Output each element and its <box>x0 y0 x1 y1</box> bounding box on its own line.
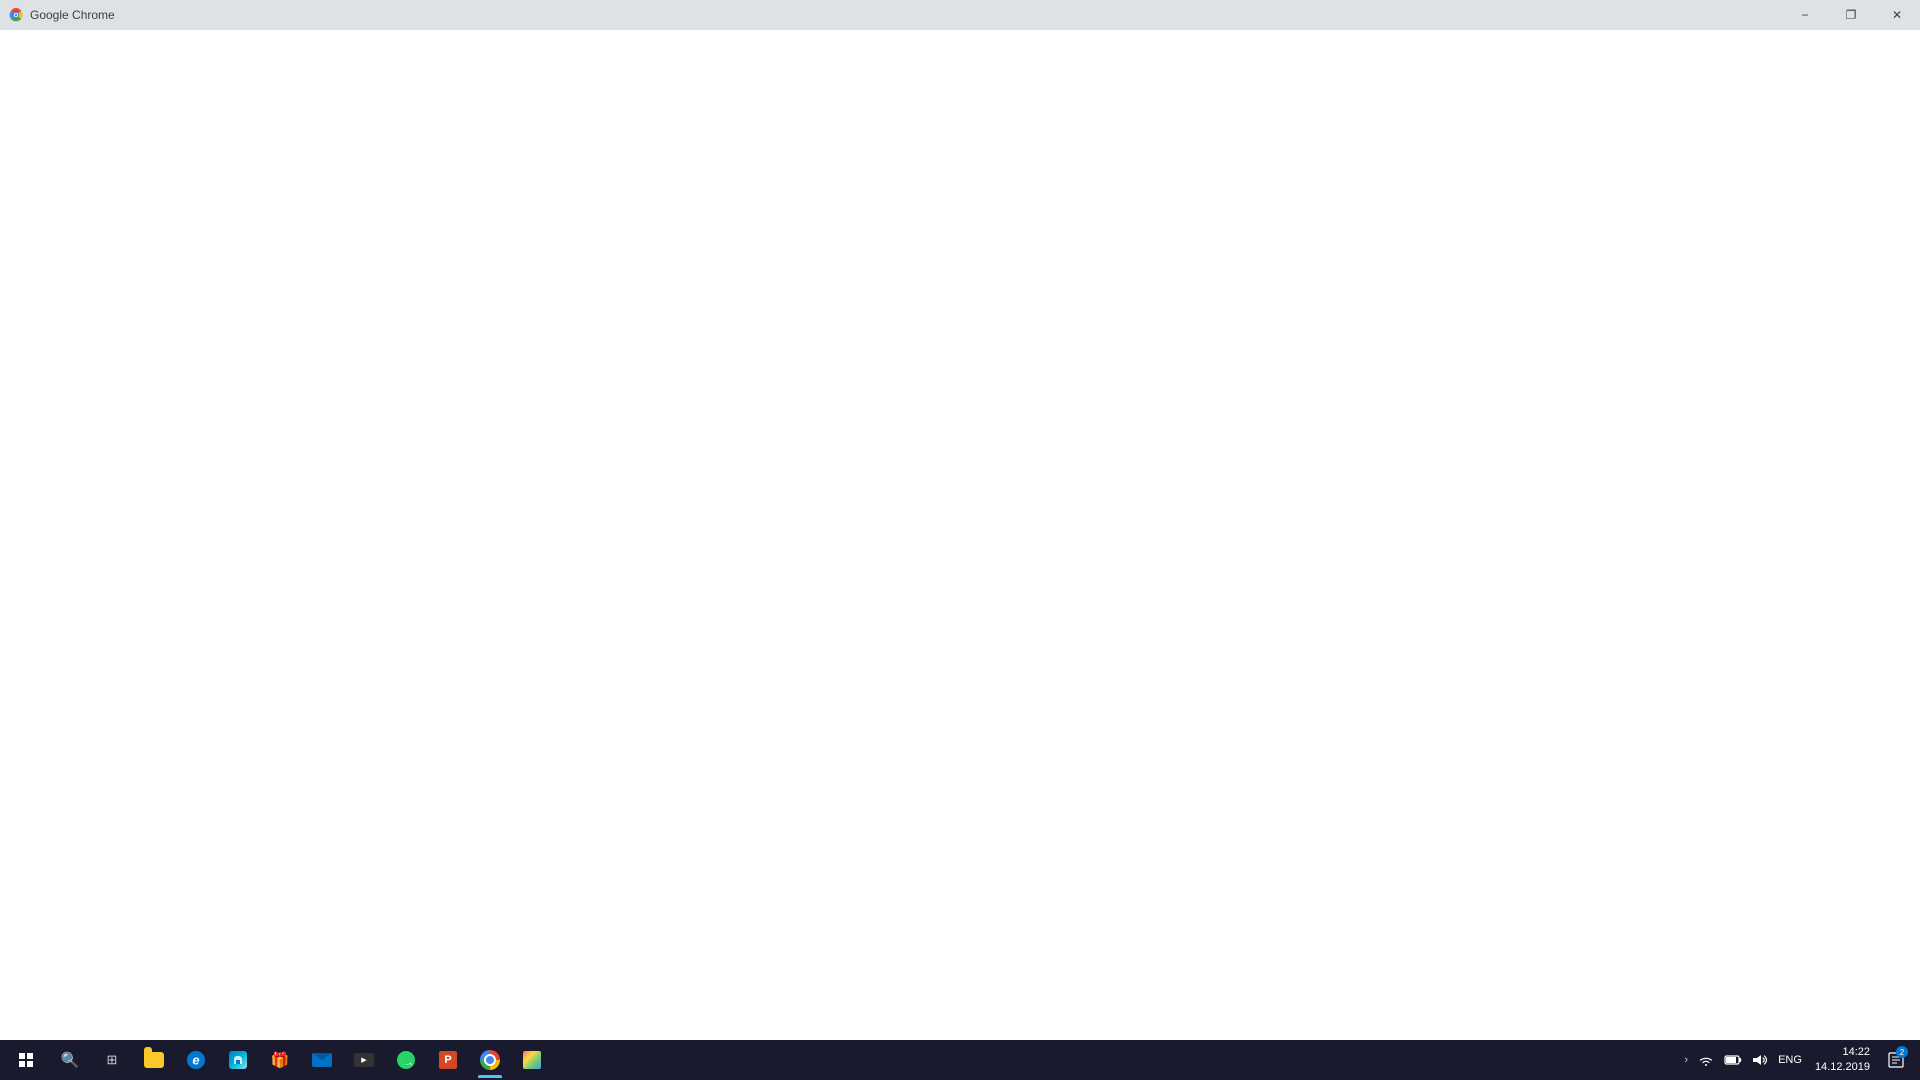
photos-icon <box>523 1051 541 1069</box>
language-tray-label[interactable]: ENG <box>1775 1054 1805 1066</box>
chrome-icon <box>480 1050 500 1070</box>
date-display: 14.12.2019 <box>1815 1060 1870 1075</box>
tray-expand-button[interactable]: › <box>1681 1052 1691 1068</box>
powerpoint-taskbar-button[interactable]: P <box>428 1042 468 1078</box>
movies-taskbar-button[interactable] <box>344 1042 384 1078</box>
close-button[interactable]: ✕ <box>1874 0 1920 30</box>
mail-icon <box>312 1053 332 1067</box>
main-content <box>0 30 1920 1040</box>
chrome-taskbar-button[interactable] <box>470 1042 510 1078</box>
task-view-button[interactable]: ⊞ <box>92 1042 132 1078</box>
folder-icon <box>144 1052 164 1068</box>
maximize-button[interactable]: ❐ <box>1828 0 1874 30</box>
whatsapp-taskbar-button[interactable] <box>386 1042 426 1078</box>
edge-taskbar-button[interactable] <box>176 1042 216 1078</box>
gift-icon: 🎁 <box>271 1051 289 1069</box>
volume-tray-icon[interactable] <box>1749 1051 1771 1069</box>
titlebar-controls: − ❐ ✕ <box>1782 0 1920 30</box>
time-display: 14:22 <box>1842 1045 1870 1060</box>
titlebar-left: Google Chrome <box>0 7 115 23</box>
taskbar-right: › ENG <box>1681 1042 1916 1078</box>
taskbar-left: 🔍 ⊞ 🎁 <box>4 1042 1681 1078</box>
titlebar-title: Google Chrome <box>30 8 115 22</box>
windows-logo-icon <box>19 1053 33 1067</box>
file-explorer-taskbar-button[interactable] <box>134 1042 174 1078</box>
gift-taskbar-button[interactable]: 🎁 <box>260 1042 300 1078</box>
taskbar: 🔍 ⊞ 🎁 <box>0 1040 1920 1080</box>
task-view-icon: ⊞ <box>107 1052 118 1068</box>
whatsapp-icon <box>397 1051 415 1069</box>
notification-badge: 2 <box>1896 1046 1908 1058</box>
titlebar: Google Chrome − ❐ ✕ <box>0 0 1920 30</box>
store-taskbar-button[interactable] <box>218 1042 258 1078</box>
battery-tray-icon[interactable] <box>1721 1052 1745 1068</box>
photos-taskbar-button[interactable] <box>512 1042 552 1078</box>
powerpoint-icon: P <box>439 1051 457 1069</box>
edge-icon <box>187 1051 205 1069</box>
wifi-tray-icon[interactable] <box>1695 1051 1717 1069</box>
store-icon <box>229 1051 247 1069</box>
mail-taskbar-button[interactable] <box>302 1042 342 1078</box>
search-button[interactable]: 🔍 <box>50 1042 90 1078</box>
start-button[interactable] <box>4 1042 48 1078</box>
minimize-button[interactable]: − <box>1782 0 1828 30</box>
search-icon: 🔍 <box>61 1051 80 1069</box>
notification-button[interactable]: 2 <box>1880 1042 1912 1078</box>
clock-display[interactable]: 14:22 14.12.2019 <box>1809 1045 1876 1076</box>
chrome-logo-icon <box>8 7 24 23</box>
video-icon <box>354 1053 374 1067</box>
